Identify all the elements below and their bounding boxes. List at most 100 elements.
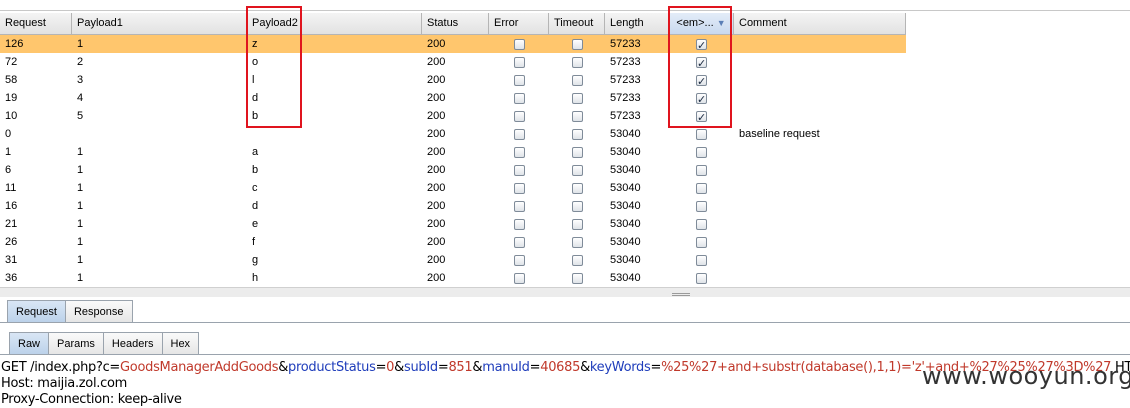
timeout-checkbox[interactable]: [571, 164, 583, 176]
timeout-checkbox[interactable]: [571, 272, 583, 284]
results-table[interactable]: Request Payload1 Payload2 Status Error T…: [0, 13, 906, 287]
timeout-checkbox[interactable]: [571, 254, 583, 266]
timeout-checkbox[interactable]: [571, 38, 583, 50]
timeout-checkbox[interactable]: [571, 110, 583, 122]
error-checkbox[interactable]: [513, 110, 525, 122]
cell-status: 200: [427, 74, 446, 86]
col-header-comment[interactable]: Comment: [734, 13, 906, 34]
subtab-raw[interactable]: Raw: [9, 332, 50, 354]
col-header-payload1[interactable]: Payload1: [72, 13, 247, 34]
em-match-checkbox[interactable]: [696, 182, 707, 194]
cell-request: 0: [5, 128, 12, 140]
request-segment: productStatus: [288, 360, 376, 375]
split-pane-grip-icon[interactable]: [672, 293, 690, 296]
timeout-checkbox[interactable]: [571, 218, 583, 230]
em-match-checkbox[interactable]: [696, 200, 707, 212]
cell-comment: [734, 107, 906, 125]
table-row[interactable]: 72 2 o 200 57233: [0, 53, 906, 71]
cell-payload1: 1: [77, 182, 84, 194]
timeout-checkbox[interactable]: [571, 128, 583, 140]
error-checkbox[interactable]: [513, 128, 525, 140]
timeout-checkbox[interactable]: [571, 74, 583, 86]
cell-request: 58: [5, 74, 18, 86]
error-checkbox[interactable]: [513, 92, 525, 104]
error-checkbox[interactable]: [513, 38, 525, 50]
cell-length: 57233: [610, 38, 641, 50]
em-match-checkbox[interactable]: [696, 164, 707, 176]
table-row[interactable]: 6 1 b 200 53040: [0, 161, 906, 179]
timeout-cell: [549, 179, 605, 197]
col-header-timeout[interactable]: Timeout: [549, 13, 605, 34]
horizontal-scrollbar[interactable]: [0, 287, 1130, 297]
table-row[interactable]: 0 200 53040 baseline request: [0, 125, 906, 143]
col-header-length[interactable]: Length: [605, 13, 669, 34]
cell-status: 200: [427, 272, 446, 284]
subtab-hex[interactable]: Hex: [161, 332, 200, 354]
cell-payload2: d: [252, 200, 259, 212]
error-cell: [489, 215, 549, 233]
col-header-error[interactable]: Error: [489, 13, 549, 34]
error-cell: [489, 89, 549, 107]
em-match-checkbox[interactable]: [696, 128, 707, 140]
error-cell: [489, 107, 549, 125]
error-checkbox[interactable]: [513, 254, 525, 266]
timeout-checkbox[interactable]: [571, 56, 583, 68]
cell-payload2: h: [252, 272, 259, 284]
timeout-checkbox[interactable]: [571, 236, 583, 248]
error-checkbox[interactable]: [513, 218, 525, 230]
col-header-request[interactable]: Request: [0, 13, 72, 34]
error-checkbox[interactable]: [513, 182, 525, 194]
error-checkbox[interactable]: [513, 164, 525, 176]
cell-request: 10: [5, 110, 18, 122]
error-checkbox[interactable]: [513, 200, 525, 212]
em-match-checkbox[interactable]: [696, 254, 707, 266]
col-header-status[interactable]: Status: [422, 13, 489, 34]
cell-comment: [734, 71, 906, 89]
table-row[interactable]: 36 1 h 200 53040: [0, 269, 906, 287]
cell-payload2: c: [252, 182, 258, 194]
cell-payload2: e: [252, 218, 259, 230]
error-checkbox[interactable]: [513, 74, 525, 86]
cell-request: 72: [5, 56, 18, 68]
table-row[interactable]: 10 5 b 200 57233: [0, 107, 906, 125]
table-row[interactable]: 26 1 f 200 53040: [0, 233, 906, 251]
cell-payload1: 4: [77, 92, 84, 104]
request-segment: GoodsManagerAddGoods: [120, 360, 279, 375]
cell-length: 53040: [610, 272, 641, 284]
error-checkbox[interactable]: [513, 272, 525, 284]
error-cell: [489, 71, 549, 89]
tab-response[interactable]: Response: [64, 300, 133, 322]
em-match-checkbox[interactable]: [696, 272, 707, 284]
em-match-cell: [669, 215, 734, 233]
timeout-checkbox[interactable]: [571, 182, 583, 194]
cell-length: 53040: [610, 182, 641, 194]
table-row[interactable]: 126 1 z 200 57233: [0, 35, 906, 53]
table-row[interactable]: 16 1 d 200 53040: [0, 197, 906, 215]
error-checkbox[interactable]: [513, 146, 525, 158]
cell-length: 53040: [610, 254, 641, 266]
subtab-headers[interactable]: Headers: [102, 332, 163, 354]
cell-comment: [734, 161, 906, 179]
error-checkbox[interactable]: [513, 56, 525, 68]
table-row[interactable]: 19 4 d 200 57233: [0, 89, 906, 107]
table-row[interactable]: 58 3 l 200 57233: [0, 71, 906, 89]
subtab-params[interactable]: Params: [48, 332, 104, 354]
table-row[interactable]: 11 1 c 200 53040: [0, 179, 906, 197]
em-match-checkbox[interactable]: [696, 236, 707, 248]
timeout-checkbox[interactable]: [571, 146, 583, 158]
table-row[interactable]: 21 1 e 200 53040: [0, 215, 906, 233]
table-row[interactable]: 1 1 a 200 53040: [0, 143, 906, 161]
request-segment: GET /index.php?c=: [1, 360, 121, 375]
em-match-checkbox[interactable]: [696, 218, 707, 230]
table-row[interactable]: 31 1 g 200 53040: [0, 251, 906, 269]
cell-request: 31: [5, 254, 18, 266]
timeout-checkbox[interactable]: [571, 200, 583, 212]
em-match-cell: [669, 233, 734, 251]
tab-request[interactable]: Request: [7, 300, 66, 322]
timeout-checkbox[interactable]: [571, 92, 583, 104]
em-match-checkbox[interactable]: [696, 146, 707, 158]
cell-request: 36: [5, 272, 18, 284]
cell-comment: [734, 89, 906, 107]
request-segment: &: [472, 360, 483, 375]
error-checkbox[interactable]: [513, 236, 525, 248]
